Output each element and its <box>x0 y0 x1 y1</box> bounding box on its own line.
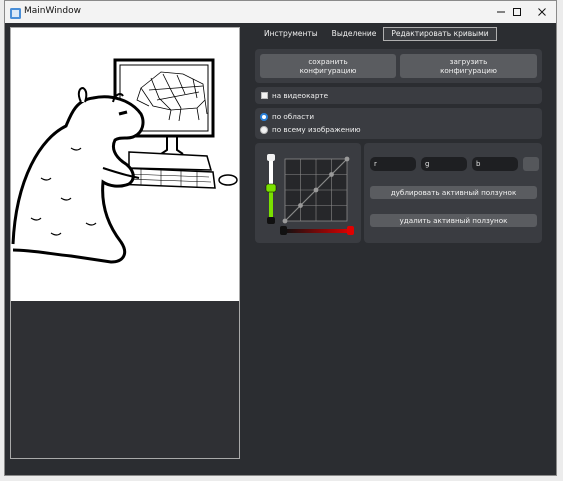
app-icon <box>9 5 22 19</box>
radio-whole-image[interactable] <box>260 126 268 134</box>
rgb-actions-group: r g b дублировать активный ползунок удал… <box>364 143 542 243</box>
curve-editor[interactable] <box>255 143 361 243</box>
capybara-sketch-image <box>11 58 238 264</box>
radio-whole-image-label: по всему изображению <box>272 125 361 134</box>
save-config-button[interactable]: сохранить конфигурацию <box>260 54 396 78</box>
b-field[interactable]: b <box>472 157 518 171</box>
tab-tools[interactable]: Инструменты <box>257 27 325 41</box>
gpu-checkbox[interactable] <box>261 92 268 99</box>
title-bar: MainWindow <box>5 1 556 23</box>
radio-area[interactable] <box>260 113 268 121</box>
image-panel <box>10 27 240 459</box>
horizontal-slider-handle <box>347 226 354 235</box>
curve-point <box>329 172 334 177</box>
vertical-slider-bottom-handle <box>267 217 275 224</box>
image-canvas[interactable] <box>11 28 239 301</box>
maximize-button[interactable] <box>503 1 531 23</box>
horizontal-slider-left-handle <box>280 226 287 235</box>
close-icon <box>537 7 547 17</box>
radio-area-label: по области <box>272 112 315 121</box>
delete-slider-button[interactable]: удалить активный ползунок <box>370 214 537 227</box>
load-config-button[interactable]: загрузить конфигурацию <box>400 54 537 78</box>
scope-group: по области по всему изображению <box>255 108 542 139</box>
window-title: MainWindow <box>24 6 81 16</box>
vertical-slider-handle <box>265 183 277 193</box>
duplicate-slider-button[interactable]: дублировать активный ползунок <box>370 186 537 199</box>
tab-edit-curves[interactable]: Редактировать кривыми <box>383 27 497 41</box>
gpu-group: на видеокарте <box>255 87 542 104</box>
r-field[interactable]: r <box>370 157 416 171</box>
curve-point <box>344 156 350 162</box>
curve-editor-group <box>255 143 361 243</box>
tab-bar: Инструменты Выделение Редактировать крив… <box>257 27 497 41</box>
maximize-icon <box>512 7 522 17</box>
curve-point <box>298 203 303 208</box>
vertical-slider-top-handle <box>267 154 275 161</box>
curve-point <box>313 187 319 193</box>
color-swatch[interactable] <box>523 157 539 171</box>
curve-point <box>282 218 288 224</box>
main-window: MainWindow Инструменты Выделение Редакти… <box>4 0 557 476</box>
config-group: сохранить конфигурацию загрузить конфигу… <box>255 49 542 83</box>
gpu-label: на видеокарте <box>272 91 329 100</box>
g-field[interactable]: g <box>421 157 467 171</box>
tab-selection[interactable]: Выделение <box>324 27 384 41</box>
close-button[interactable] <box>528 1 556 23</box>
